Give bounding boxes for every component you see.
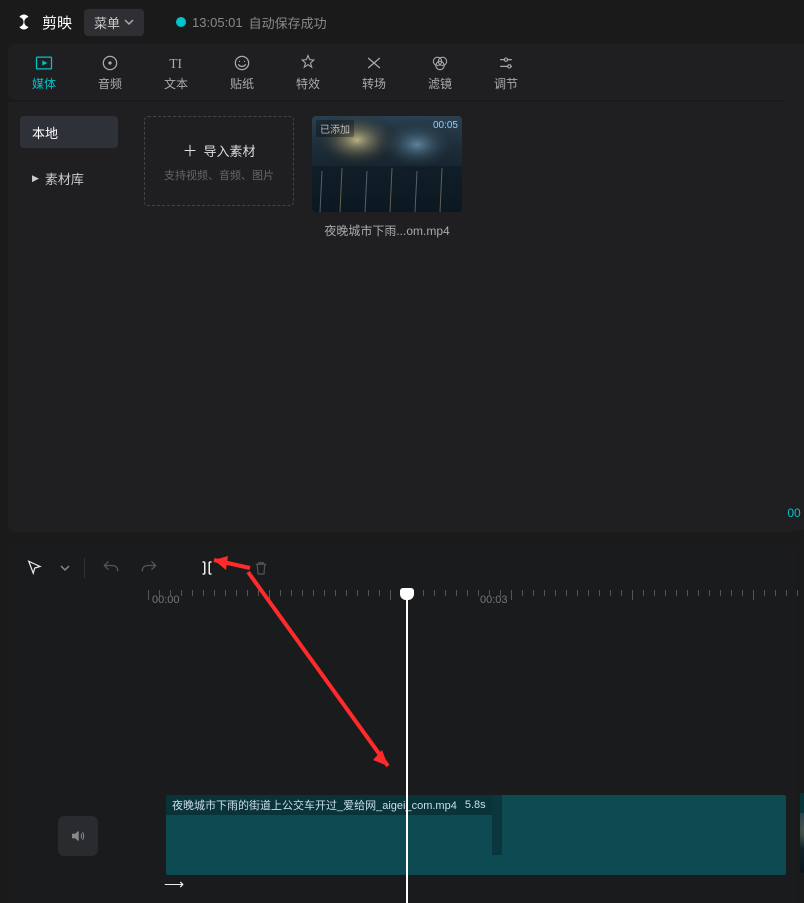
timeline-clip-name: 夜晚城市下雨的街道上公交车开过_爱给网_aigei_com.mp4 bbox=[172, 797, 457, 813]
delete-tool[interactable] bbox=[249, 556, 273, 580]
nav-sticker[interactable]: 贴纸 bbox=[212, 47, 272, 97]
media-clip[interactable]: 已添加 00:05 夜晚城市下雨...om.mp4 bbox=[312, 116, 462, 239]
cursor-tool[interactable] bbox=[22, 556, 46, 580]
trash-icon bbox=[252, 559, 270, 577]
clip-thumbnails bbox=[492, 795, 502, 855]
ruler-label: 00:00 bbox=[152, 594, 180, 606]
speaker-icon bbox=[69, 827, 87, 845]
toolbar-divider bbox=[84, 558, 85, 578]
nav-label: 调节 bbox=[494, 75, 518, 92]
sidebar-item-label: 本地 bbox=[32, 123, 58, 142]
nav-media[interactable]: 媒体 bbox=[14, 47, 74, 97]
autosave-text: 自动保存成功 bbox=[249, 13, 327, 32]
nav-audio[interactable]: 音频 bbox=[80, 47, 140, 97]
split-icon bbox=[198, 559, 216, 577]
timeline-toolbar bbox=[8, 546, 796, 590]
nav-label: 转场 bbox=[362, 75, 386, 92]
cursor-icon bbox=[25, 559, 43, 577]
nav-transition[interactable]: 转场 bbox=[344, 47, 404, 97]
media-icon bbox=[34, 53, 54, 73]
import-label: 导入素材 bbox=[204, 141, 256, 160]
autosave-time: 13:05:01 bbox=[192, 15, 243, 30]
filter-icon bbox=[430, 53, 450, 73]
track-range-icon: ⟶ bbox=[164, 876, 184, 893]
nav-adjust[interactable]: 调节 bbox=[476, 47, 536, 97]
title-bar: 剪映 菜单 13:05:01 自动保存成功 bbox=[0, 0, 804, 44]
nav-filter[interactable]: 滤镜 bbox=[410, 47, 470, 97]
sticker-icon bbox=[232, 53, 252, 73]
ruler-label: 00:03 bbox=[480, 594, 508, 606]
plus-icon: ＋ bbox=[182, 140, 197, 161]
chevron-down-icon bbox=[124, 17, 134, 27]
status-dot-icon bbox=[176, 17, 186, 27]
nav-text[interactable]: TI 文本 bbox=[146, 47, 206, 97]
playhead[interactable] bbox=[406, 590, 408, 903]
clip-duration: 00:05 bbox=[433, 120, 458, 131]
sidebar: 本地 ▶ 素材库 bbox=[8, 102, 130, 532]
app-name: 剪映 bbox=[42, 12, 72, 33]
undo-button[interactable] bbox=[99, 556, 123, 580]
text-icon: TI bbox=[166, 53, 186, 73]
video-track: 夜晚城市下雨的街道上公交车开过_爱给网_aigei_com.mp4 5.8s 夜… bbox=[158, 793, 804, 873]
redo-button[interactable] bbox=[137, 556, 161, 580]
effect-icon bbox=[298, 53, 318, 73]
audio-icon bbox=[100, 53, 120, 73]
top-nav: 媒体 音频 TI 文本 贴纸 特效 转场 滤镜 调节 bbox=[8, 44, 796, 100]
track-mute-button[interactable] bbox=[58, 816, 98, 856]
clip-thumbnail: 已添加 00:05 bbox=[312, 116, 462, 212]
nav-label: 特效 bbox=[296, 75, 320, 92]
media-content: ＋ 导入素材 支持视频、音频、图片 已 bbox=[130, 102, 796, 532]
timeline-tracks[interactable]: 夜晚城市下雨的街道上公交车开过_爱给网_aigei_com.mp4 5.8s 夜… bbox=[8, 618, 796, 878]
nav-label: 音频 bbox=[98, 75, 122, 92]
nav-label: 文本 bbox=[164, 75, 188, 92]
timeline-clip-main[interactable]: 夜晚城市下雨的街道上公交车开过_爱给网_aigei_com.mp4 5.8s bbox=[166, 795, 786, 875]
import-media-button[interactable]: ＋ 导入素材 支持视频、音频、图片 bbox=[144, 116, 294, 206]
sidebar-item-local[interactable]: 本地 bbox=[20, 116, 118, 148]
nav-label: 滤镜 bbox=[428, 75, 452, 92]
time-ruler[interactable]: 00:00 00:03 bbox=[148, 590, 796, 618]
autosave-status: 13:05:01 自动保存成功 bbox=[176, 13, 327, 32]
import-hint: 支持视频、音频、图片 bbox=[164, 167, 274, 183]
menu-button[interactable]: 菜单 bbox=[84, 9, 144, 36]
svg-text:TI: TI bbox=[169, 56, 182, 71]
logo-icon bbox=[16, 12, 36, 32]
right-panel-stub: 00 bbox=[784, 44, 804, 530]
nav-label: 媒体 bbox=[32, 75, 56, 92]
timeline-clip-second[interactable]: 夜晚 bbox=[800, 793, 804, 873]
timeline-clip-duration: 5.8s bbox=[465, 799, 486, 811]
redo-icon bbox=[139, 558, 159, 578]
menu-label: 菜单 bbox=[94, 13, 120, 32]
undo-icon bbox=[101, 558, 121, 578]
timeline-panel: 00:00 00:03 夜晚城市下雨的街道上公交车开过_爱给网_aigei_co… bbox=[8, 546, 796, 903]
sidebar-item-library[interactable]: ▶ 素材库 bbox=[20, 162, 118, 194]
triangle-right-icon: ▶ bbox=[32, 173, 39, 184]
chevron-down-icon[interactable] bbox=[60, 563, 70, 573]
adjust-icon bbox=[496, 53, 516, 73]
sidebar-item-label: 素材库 bbox=[45, 169, 84, 188]
transition-icon bbox=[364, 53, 384, 73]
app-logo: 剪映 bbox=[16, 12, 72, 33]
nav-label: 贴纸 bbox=[230, 75, 254, 92]
nav-effect[interactable]: 特效 bbox=[278, 47, 338, 97]
added-badge: 已添加 bbox=[316, 120, 354, 137]
split-tool[interactable] bbox=[195, 556, 219, 580]
clip-filename: 夜晚城市下雨...om.mp4 bbox=[312, 222, 462, 239]
right-stub-text: 00 bbox=[787, 506, 800, 520]
